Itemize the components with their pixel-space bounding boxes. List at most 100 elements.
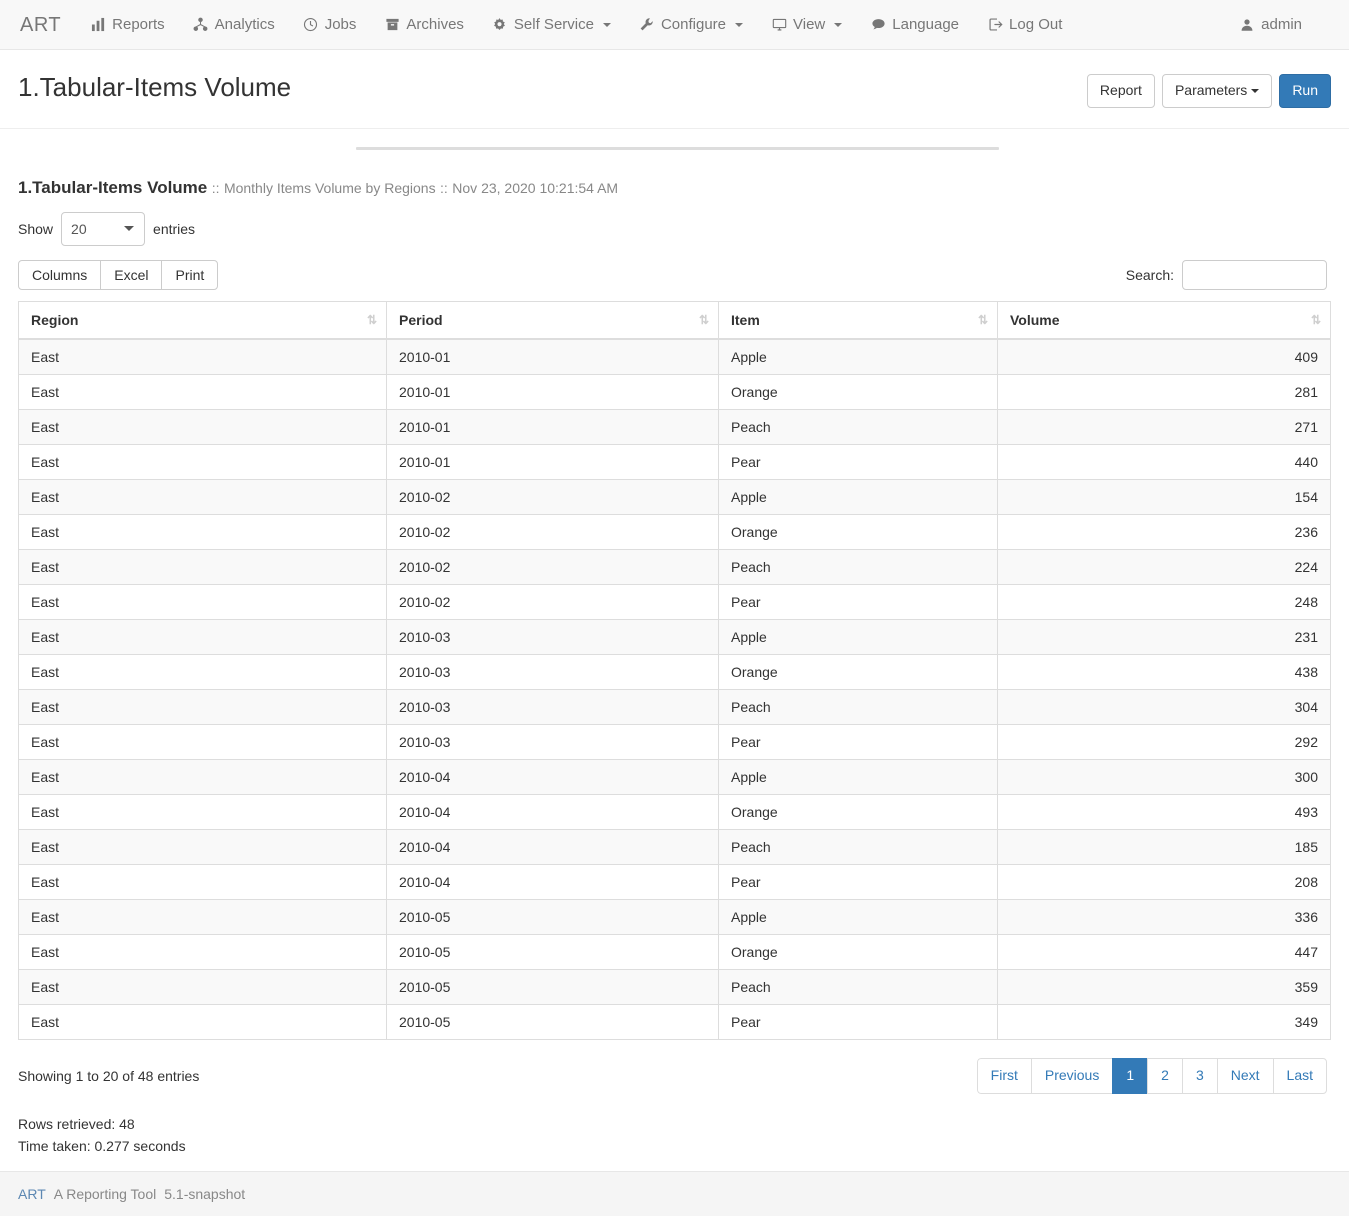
table-row[interactable]: East 2010-02 Peach 224 <box>18 548 1331 585</box>
column-header-item[interactable]: Item ⇅ <box>718 300 998 340</box>
report-progress-bar <box>356 146 999 150</box>
cell-volume: 208 <box>997 863 1331 900</box>
report-separator-left: :: <box>211 179 220 196</box>
table-row[interactable]: East 2010-03 Pear 292 <box>18 723 1331 760</box>
cell-period: 2010-04 <box>386 793 719 830</box>
cell-volume: 154 <box>997 478 1331 515</box>
table-row[interactable]: East 2010-01 Orange 281 <box>18 373 1331 410</box>
nav-label: Jobs <box>324 16 357 33</box>
table-row[interactable]: East 2010-04 Peach 185 <box>18 828 1331 865</box>
cell-volume: 336 <box>997 898 1331 935</box>
cell-item: Pear <box>718 863 998 900</box>
cell-volume: 236 <box>997 513 1331 550</box>
cell-item: Pear <box>718 723 998 760</box>
sort-icon: ⇅ <box>366 312 377 327</box>
rows-retrieved: Rows retrieved: 48 <box>18 1115 135 1132</box>
report-button[interactable]: Report <box>1086 74 1155 108</box>
archive-icon <box>384 17 400 33</box>
page-header: 1.Tabular-Items Volume Report Parameters… <box>0 50 1349 129</box>
search-input[interactable] <box>1182 259 1327 290</box>
cell-period: 2010-02 <box>386 548 719 585</box>
cell-period: 2010-04 <box>386 758 719 795</box>
table-export-buttons: Columns Excel Print <box>18 259 219 290</box>
pagination-button-previous[interactable]: Previous <box>1030 1057 1114 1094</box>
nav-item-analytics[interactable]: Analytics <box>179 0 289 50</box>
table-row[interactable]: East 2010-05 Apple 336 <box>18 898 1331 935</box>
nav-item-archives[interactable]: Archives <box>370 0 478 50</box>
nav-item-reports[interactable]: Reports <box>76 0 179 50</box>
column-header-region[interactable]: Region ⇅ <box>18 300 387 340</box>
cell-item: Peach <box>718 548 998 585</box>
report-data-table: Region ⇅ Period ⇅ Item ⇅ Volume ⇅ East 20… <box>18 300 1331 1040</box>
pagination-button-3[interactable]: 3 <box>1181 1057 1218 1094</box>
nav-label: Reports <box>112 16 165 33</box>
run-button[interactable]: Run <box>1279 74 1331 108</box>
cell-item: Orange <box>718 793 998 830</box>
table-row[interactable]: East 2010-05 Orange 447 <box>18 933 1331 970</box>
nav-item-jobs[interactable]: Jobs <box>289 0 371 50</box>
table-row[interactable]: East 2010-05 Pear 349 <box>18 1003 1331 1040</box>
table-row[interactable]: East 2010-05 Peach 359 <box>18 968 1331 1005</box>
column-header-label: Period <box>399 311 443 328</box>
cell-volume: 349 <box>997 1003 1331 1040</box>
table-row[interactable]: East 2010-04 Orange 493 <box>18 793 1331 830</box>
cell-region: East <box>18 618 387 655</box>
table-head: Region ⇅ Period ⇅ Item ⇅ Volume ⇅ <box>18 300 1331 340</box>
excel-button[interactable]: Excel <box>100 259 163 290</box>
table-row[interactable]: East 2010-04 Apple 300 <box>18 758 1331 795</box>
column-header-period[interactable]: Period ⇅ <box>386 300 719 340</box>
cell-period: 2010-03 <box>386 618 719 655</box>
footer-brand[interactable]: ART <box>18 1186 46 1202</box>
page-title: 1.Tabular-Items Volume <box>18 72 292 102</box>
cell-item: Peach <box>718 828 998 865</box>
cell-volume: 231 <box>997 618 1331 655</box>
table-row[interactable]: East 2010-03 Apple 231 <box>18 618 1331 655</box>
table-row[interactable]: East 2010-01 Peach 271 <box>18 408 1331 445</box>
navbar-brand[interactable]: ART <box>15 0 76 50</box>
cell-item: Orange <box>718 933 998 970</box>
pagination-button-1[interactable]: 1 <box>1112 1057 1149 1094</box>
pagination-button-2[interactable]: 2 <box>1147 1057 1183 1094</box>
footer-text: A Reporting Tool <box>53 1186 157 1203</box>
pagination-button-next[interactable]: Next <box>1216 1057 1274 1094</box>
cell-period: 2010-05 <box>386 968 719 1005</box>
sort-icon: ⇅ <box>977 312 988 327</box>
nav-item-user[interactable]: admin <box>1225 0 1316 50</box>
page-header-actions: Report Parameters Run <box>1080 72 1331 108</box>
table-row[interactable]: East 2010-03 Peach 304 <box>18 688 1331 725</box>
nav-label: View <box>793 16 826 33</box>
table-row[interactable]: East 2010-02 Orange 236 <box>18 513 1331 550</box>
cell-volume: 281 <box>997 373 1331 410</box>
table-row[interactable]: East 2010-01 Pear 440 <box>18 443 1331 480</box>
nav-item-self-service[interactable]: Self Service <box>478 0 625 50</box>
print-button[interactable]: Print <box>161 259 219 290</box>
columns-button[interactable]: Columns <box>18 259 102 290</box>
nav-item-configure[interactable]: Configure <box>625 0 757 50</box>
nav-label: Self Service <box>513 16 594 33</box>
chevron-down-icon <box>602 22 611 27</box>
nav-item-log-out[interactable]: Log Out <box>973 0 1076 50</box>
table-row[interactable]: East 2010-02 Apple 154 <box>18 478 1331 515</box>
chevron-down-icon <box>1251 89 1260 94</box>
cell-item: Apple <box>718 758 998 795</box>
nav-item-language[interactable]: Language <box>856 0 973 50</box>
pagination-button-first[interactable]: First <box>976 1057 1032 1094</box>
table-row[interactable]: East 2010-04 Pear 208 <box>18 863 1331 900</box>
pagination-button-last[interactable]: Last <box>1272 1057 1327 1094</box>
parameters-button[interactable]: Parameters <box>1161 74 1273 108</box>
sign-out-icon <box>987 17 1003 33</box>
nav-item-view[interactable]: View <box>757 0 856 50</box>
cell-period: 2010-01 <box>386 443 719 480</box>
cell-region: East <box>18 758 387 795</box>
table-row[interactable]: East 2010-03 Orange 438 <box>18 653 1331 690</box>
table-row[interactable]: East 2010-02 Pear 248 <box>18 583 1331 620</box>
cell-region: East <box>18 583 387 620</box>
sort-icon: ⇅ <box>1310 312 1321 327</box>
cell-volume: 493 <box>997 793 1331 830</box>
page-length-select[interactable]: 20 <box>61 211 146 246</box>
report-description: Monthly Items Volume by Regions <box>223 179 436 196</box>
column-header-volume[interactable]: Volume ⇅ <box>997 300 1331 340</box>
parameters-button-label: Parameters <box>1174 82 1248 98</box>
time-taken: Time taken: 0.277 seconds <box>18 1137 186 1154</box>
table-row[interactable]: East 2010-01 Apple 409 <box>18 338 1331 375</box>
